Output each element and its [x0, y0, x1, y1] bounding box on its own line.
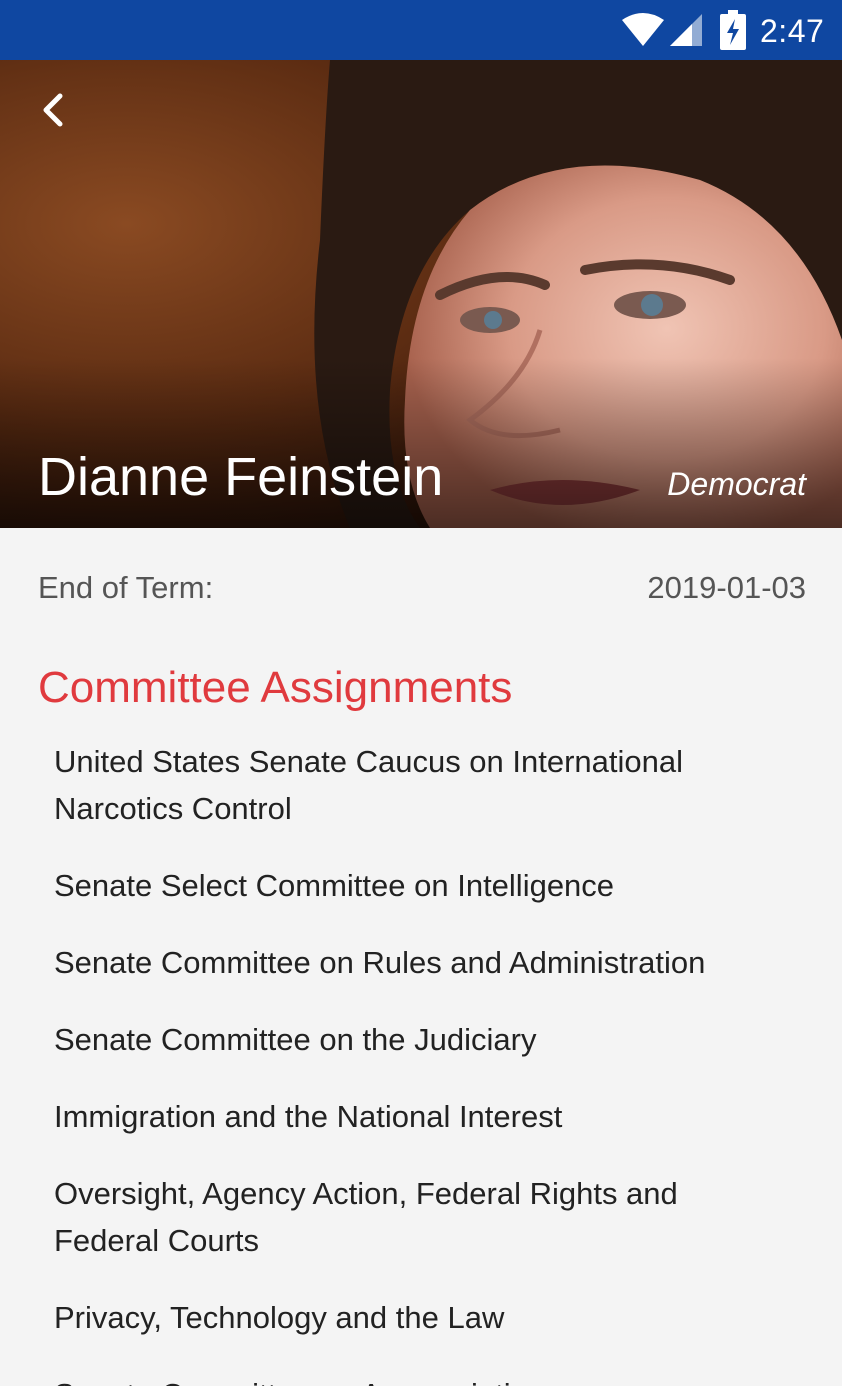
status-bar: 2:47 [0, 0, 842, 60]
back-button[interactable] [24, 80, 84, 140]
end-of-term-value: 2019-01-03 [647, 570, 806, 605]
battery-charging-icon [720, 10, 746, 50]
end-of-term-label: End of Term: [38, 570, 214, 605]
committee-item[interactable]: Senate Committee on the Judiciary [54, 1016, 784, 1063]
party-label: Democrat [667, 466, 806, 502]
committee-assignments-title: Committee Assignments [38, 663, 513, 712]
status-time: 2:47 [760, 13, 825, 49]
chevron-left-icon [43, 93, 63, 127]
committee-item[interactable]: Senate Committee on Rules and Administra… [54, 939, 784, 986]
end-of-term-row: End of Term: 2019-01-03 [38, 568, 806, 608]
committee-item[interactable]: Senate Select Committee on Intelligence [54, 862, 784, 909]
committee-item[interactable]: United States Senate Caucus on Internati… [54, 738, 784, 832]
committee-list: United States Senate Caucus on Internati… [54, 738, 784, 1386]
committee-item[interactable]: Privacy, Technology and the Law [54, 1294, 784, 1341]
committee-item[interactable]: Senate Committee on Appropriations [54, 1371, 784, 1386]
cell-signal-icon [670, 14, 702, 46]
committee-item[interactable]: Oversight, Agency Action, Federal Rights… [54, 1170, 784, 1264]
senator-name: Dianne Feinstein [38, 447, 444, 507]
profile-content: End of Term: 2019-01-03 Committee Assign… [0, 528, 842, 1386]
wifi-icon [622, 13, 664, 46]
committee-item[interactable]: Immigration and the National Interest [54, 1093, 784, 1140]
profile-header: Dianne Feinstein Democrat [0, 60, 842, 528]
